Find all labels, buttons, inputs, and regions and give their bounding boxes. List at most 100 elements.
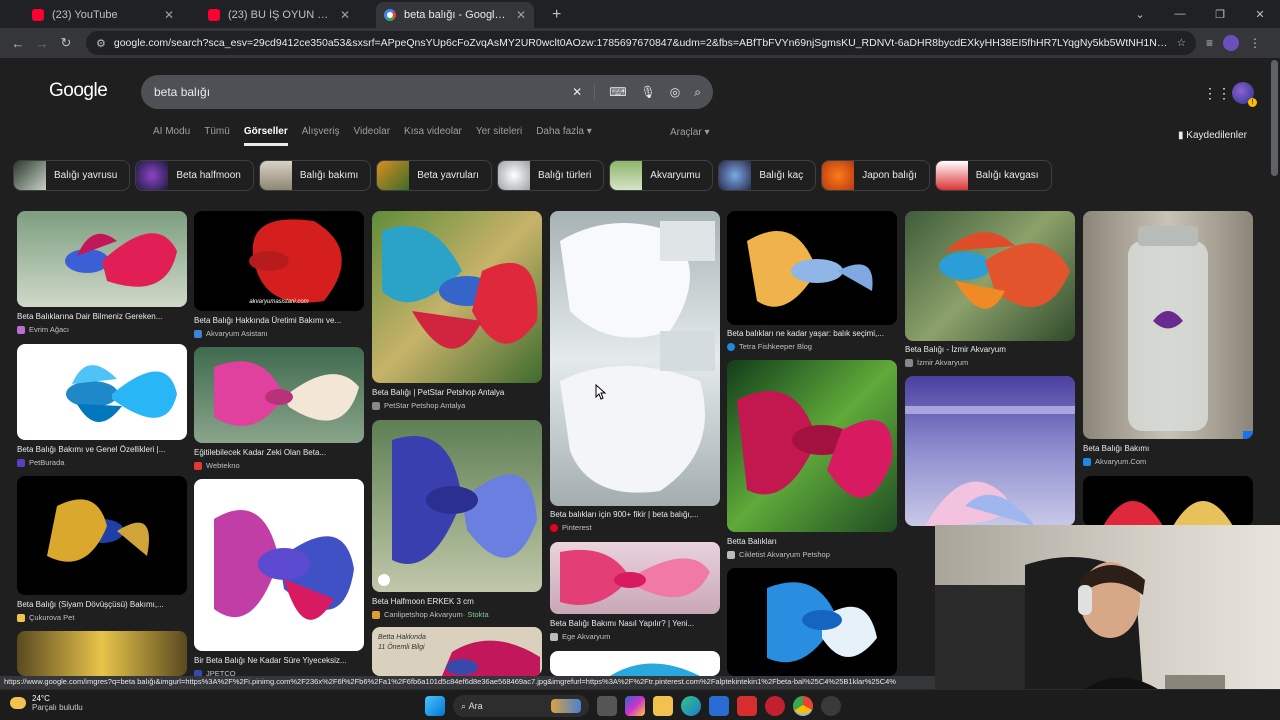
result-image[interactable] (550, 651, 720, 676)
result-source[interactable]: İzmir Akvaryum (905, 358, 968, 367)
source-name: Çukurova Pet (29, 613, 75, 622)
result-caption: Beta Balığı Bakımı Nasıl Yapılır? | Yeni… (550, 619, 695, 628)
task-view-icon[interactable] (597, 696, 617, 716)
result-image[interactable] (905, 211, 1075, 341)
image-text-line: 11 Önemli Bilgi (378, 643, 425, 651)
image-result[interactable]: Bir Beta Balığı Ne Kadar Süre Yiyeceksiz… (194, 479, 364, 678)
image-result[interactable]: Beta Balığı - İzmir Akvaryum İzmir Akvar… (905, 211, 1075, 369)
result-caption: Beta Balığı | PetStar Petshop Antalya (372, 388, 505, 397)
image-result[interactable]: akvaryumasistani.com Beta Balığı Hakkınd… (194, 211, 364, 338)
result-image[interactable] (17, 476, 187, 595)
chrome-icon[interactable] (793, 696, 813, 716)
image-result-partial[interactable] (905, 376, 1075, 526)
result-source[interactable]: Çukurova Pet (17, 613, 74, 622)
app-settings-icon[interactable] (821, 696, 841, 716)
windows-taskbar: 24°C Parçalı bulutlu ⌕ Ara (0, 689, 1280, 720)
result-source[interactable]: PetBurada (17, 458, 64, 467)
result-image[interactable] (372, 420, 542, 592)
result-source[interactable]: Cikletist Akvaryum Petshop (727, 550, 830, 559)
result-image[interactable] (727, 211, 897, 325)
result-source[interactable]: Evrim Ağacı (17, 325, 69, 334)
betta-fish-image (767, 582, 877, 663)
page-scrollbar[interactable] (1271, 60, 1278, 176)
image-text-line: Betta Hakkında (378, 634, 426, 641)
source-name: Canlipetshop Akvaryum (384, 610, 463, 619)
source-name: Webtekno (206, 461, 240, 470)
image-result-partial[interactable] (550, 651, 720, 676)
result-image[interactable] (1083, 211, 1253, 439)
image-result-partial[interactable] (727, 568, 897, 676)
result-caption: Beta Balığı Bakımı ve Genel Özellikleri … (17, 445, 166, 454)
app-red-icon[interactable] (765, 696, 785, 716)
result-image[interactable]: Betta Hakkında 11 Önemli Bilgi (372, 627, 542, 676)
weather-widget[interactable]: 24°C Parçalı bulutlu (10, 694, 83, 712)
betta-fish-image (1103, 501, 1233, 526)
betta-in-tank-image (905, 406, 1075, 526)
image-result[interactable]: Beta Balığı Bakımı ve Genel Özellikleri … (17, 344, 187, 469)
result-source[interactable]: Tetra Fishkeeper Blog (727, 342, 812, 351)
result-caption: Bir Beta Balığı Ne Kadar Süre Yiyeceksiz… (194, 656, 347, 665)
result-caption: Beta Balığı Hakkında Üretimi Bakımı ve..… (194, 316, 342, 325)
result-image[interactable] (727, 360, 897, 532)
image-watermark: akvaryumasistani.com (249, 299, 308, 305)
result-image[interactable] (194, 347, 364, 443)
image-result[interactable]: Beta Halfmoon ERKEK 3 cm Canlipetshop Ak… (372, 420, 542, 620)
source-name: Akvaryum.Com (1095, 457, 1147, 466)
windows-start-icon[interactable] (425, 696, 445, 716)
result-caption: Beta Halfmoon ERKEK 3 cm (372, 597, 474, 606)
image-result[interactable]: Betta Balıkları Cikletist Akvaryum Petsh… (727, 360, 897, 560)
taskbar-search[interactable]: ⌕ Ara (453, 695, 589, 717)
zoom-badge-icon (378, 574, 390, 586)
file-explorer-icon[interactable] (653, 696, 673, 716)
result-source[interactable]: Ege Akvaryum (550, 632, 610, 641)
site-favicon-icon (194, 461, 202, 470)
result-source[interactable]: Canlipetshop Akvaryum · Stokta (372, 610, 489, 619)
app-l-icon[interactable] (737, 696, 757, 716)
result-image[interactable] (17, 211, 187, 307)
result-image[interactable] (194, 479, 364, 651)
result-source[interactable]: Akvaryum Asistanı (194, 329, 268, 338)
image-result[interactable]: Beta Balığı | PetStar Petshop Antalya Pe… (372, 211, 542, 413)
image-result[interactable]: Beta balıkları için 900+ fikir | beta ba… (550, 211, 720, 533)
source-name: İzmir Akvaryum (917, 358, 969, 367)
image-result-partial[interactable] (17, 631, 187, 676)
weather-condition: Parçalı bulutlu (32, 703, 83, 712)
image-result-partial[interactable]: Betta Hakkında 11 Önemli Bilgi (372, 627, 542, 676)
result-image[interactable] (905, 376, 1075, 526)
result-caption: Eğitilebilecek Kadar Zeki Olan Beta... (194, 448, 327, 457)
result-image[interactable] (550, 542, 720, 614)
image-result[interactable]: Beta Balığı Bakımı Nasıl Yapılır? | Yeni… (550, 542, 720, 644)
result-source[interactable]: Pinterest (550, 523, 592, 532)
copilot-icon[interactable] (625, 696, 645, 716)
betta-fish-image (737, 391, 893, 498)
source-name: Cikletist Akvaryum Petshop (739, 550, 830, 559)
result-image[interactable] (1083, 476, 1253, 526)
site-favicon-icon (1083, 457, 1091, 466)
result-image[interactable] (17, 631, 187, 676)
source-name: PetStar Petshop Antalya (384, 401, 466, 410)
image-result[interactable]: Beta Balığı (Siyam Dövüşçüsü) Bakımı,...… (17, 476, 187, 624)
result-source[interactable]: Akvaryum.Com (1083, 457, 1146, 466)
result-caption: Beta balıkları ne kadar yaşar: balık seç… (727, 329, 884, 338)
betta-fish-image (939, 232, 1070, 309)
book-cover-image: Betta Hakkında 11 Önemli Bilgi (378, 634, 540, 676)
image-result[interactable]: Beta Balığı Bakımı Akvaryum.Com (1083, 211, 1253, 469)
image-result[interactable]: Eğitilebilecek Kadar Zeki Olan Beta... W… (194, 347, 364, 472)
result-source[interactable]: Webtekno (194, 461, 240, 470)
edge-icon[interactable] (681, 696, 701, 716)
white-betta-collage-image (560, 221, 715, 493)
result-image[interactable] (17, 344, 187, 440)
image-result-partial[interactable] (1083, 476, 1253, 526)
site-favicon-icon (17, 613, 25, 622)
result-source[interactable]: PetStar Petshop Antalya (372, 401, 465, 410)
image-result[interactable]: Beta balıkları ne kadar yaşar: balık seç… (727, 211, 897, 353)
result-image[interactable] (372, 211, 542, 383)
image-result[interactable]: Beta Balıklarına Dair Bilmeniz Gereken..… (17, 211, 187, 336)
result-image[interactable]: akvaryumasistani.com (194, 211, 364, 311)
result-image[interactable] (550, 211, 720, 506)
taskbar-search-label: Ara (468, 701, 483, 711)
store-icon[interactable] (709, 696, 729, 716)
result-image[interactable] (727, 568, 897, 676)
betta-fish-image: akvaryumasistani.com (249, 219, 342, 305)
site-favicon-icon (550, 632, 558, 641)
